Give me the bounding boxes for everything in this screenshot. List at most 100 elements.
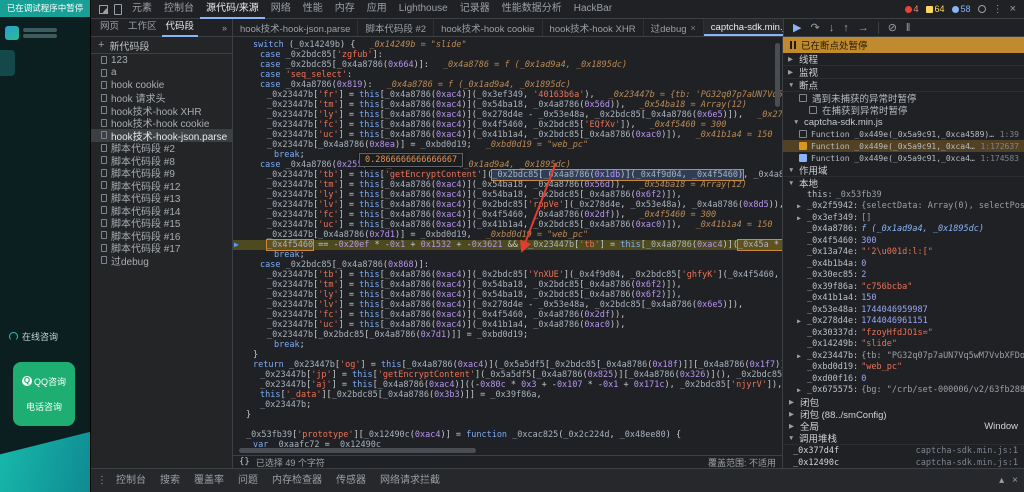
snippet-item[interactable]: 过debug: [91, 254, 232, 267]
warning-count-badge[interactable]: 64: [926, 4, 945, 14]
tab-源代码/来源[interactable]: 源代码/来源: [200, 0, 265, 19]
code-line: _0x23447b['tb'] = this['getEncryptConten…: [233, 170, 782, 180]
tab-性能数据分析[interactable]: 性能数据分析: [496, 0, 568, 19]
scope-variable-row[interactable]: _0x53e48a:1744046959987: [783, 304, 1024, 316]
checkbox[interactable]: [809, 106, 817, 114]
tab-Lighthouse[interactable]: Lighthouse: [393, 0, 454, 19]
drawer-tab-网络请求拦截[interactable]: 网络请求拦截: [373, 469, 447, 492]
snippet-item[interactable]: a: [91, 67, 232, 80]
step-into-icon[interactable]: ↓: [829, 19, 835, 37]
file-tab[interactable]: hook技术-hook XHR: [543, 19, 644, 36]
online-consult-button[interactable]: 在线咨询: [9, 330, 58, 343]
callstack-frame[interactable]: _0x12490ccaptcha-sdk.min.js:1: [783, 457, 1024, 468]
scope-variable-row[interactable]: _0x14249b:"slide": [783, 339, 1024, 351]
devtools-menu-icon[interactable]: ⋮: [993, 4, 1003, 15]
scope-variable-row[interactable]: this:_0x53fb39: [783, 189, 1024, 201]
scope-variable-row[interactable]: _0x41b1a4:150: [783, 293, 1024, 305]
scope-variable-row[interactable]: _0x4f5460:300: [783, 235, 1024, 247]
scope-variable-row[interactable]: _0x4b1b4a:0: [783, 258, 1024, 270]
settings-gear-icon[interactable]: [978, 5, 986, 13]
navigator-tab-代码段[interactable]: 代码段: [162, 19, 199, 37]
section-watch[interactable]: ▶监视: [783, 66, 1024, 79]
section-callstack[interactable]: ▼调用堆栈: [783, 432, 1024, 445]
frame-location: captcha-sdk.min.js:1: [916, 458, 1018, 468]
qq-consult-button[interactable]: QQQ咨询: [22, 375, 66, 388]
horizontal-scrollbar[interactable]: [239, 448, 476, 453]
pretty-print-icon[interactable]: {}: [239, 457, 250, 467]
navigator-tab-工作区[interactable]: 工作区: [124, 19, 161, 37]
scope-variable-row[interactable]: ▶_0x23447b:{tb: "PG32q07p7aUN7Vq5wM7VvbX…: [783, 350, 1024, 362]
scope-variable-row[interactable]: ▶_0x3ef349:[]: [783, 212, 1024, 224]
scope-variable-row[interactable]: ▶_0x675575:{bg: "/crb/set-000006/v2/63fb…: [783, 385, 1024, 397]
navigator-tab-网页[interactable]: 网页: [96, 19, 123, 37]
tab-记录器[interactable]: 记录器: [454, 0, 496, 19]
section-threads[interactable]: ▶线程: [783, 53, 1024, 66]
breakpoint-checkbox[interactable]: [799, 142, 807, 150]
section-scope[interactable]: ▼作用域: [783, 164, 1024, 177]
tab-内存[interactable]: 内存: [329, 0, 361, 19]
breakpoint-checkbox[interactable]: [799, 154, 807, 162]
new-snippet-button[interactable]: + 新代码段: [91, 37, 232, 54]
breakpoint-entry[interactable]: Function _0x449e(_0x5a9c91,_0xca4589){u……: [783, 140, 1024, 152]
tab-HackBar[interactable]: HackBar: [568, 0, 618, 19]
drawer-tab-覆盖率[interactable]: 覆盖率: [187, 469, 231, 492]
file-tab[interactable]: hook技术-hook-json.parse: [233, 19, 358, 36]
tab-控制台[interactable]: 控制台: [158, 0, 200, 19]
phone-consult-button[interactable]: 电话咨询: [26, 400, 62, 413]
deactivate-breakpoints-icon[interactable]: ⊘: [888, 19, 897, 37]
checkbox[interactable]: [799, 94, 807, 102]
devtools-close-icon[interactable]: ×: [1010, 3, 1016, 15]
step-icon[interactable]: →: [858, 19, 869, 37]
vertical-scrollbar[interactable]: [775, 43, 780, 107]
file-tab-label: hook技术-hook XHR: [550, 21, 636, 35]
drawer-close-icon[interactable]: ×: [1012, 475, 1018, 486]
breakpoint-entry[interactable]: Function _0x449e(_0x5a9c91,_0xca4589){va…: [783, 128, 1024, 140]
resume-icon[interactable]: ▶: [793, 19, 801, 37]
breakpoint-checkbox[interactable]: [799, 130, 807, 138]
scope-variable-row[interactable]: _0x13a74e:"'2\u001d:l:[": [783, 247, 1024, 259]
inspect-element-icon[interactable]: [99, 5, 108, 14]
tab-close-icon[interactable]: ×: [691, 23, 696, 33]
step-out-icon[interactable]: ↑: [843, 19, 849, 37]
file-tab[interactable]: 过debug×: [644, 19, 704, 36]
scope-variable-row[interactable]: _0xd00f16:0: [783, 373, 1024, 385]
drawer-tab-内存检查器[interactable]: 内存检查器: [265, 469, 329, 492]
scope-variable-row[interactable]: _0x4a8786:f (_0x1ad9a4, _0x1895dc): [783, 224, 1024, 236]
tab-性能[interactable]: 性能: [297, 0, 329, 19]
navigator-tab-overflow-icon[interactable]: »: [222, 23, 227, 33]
drawer-expand-icon[interactable]: ▴: [999, 475, 1004, 486]
breakpoint-file-group[interactable]: ▼captcha-sdk.min.js: [783, 116, 1024, 128]
scope-variable-row[interactable]: _0x30337d:"fzoyHfdJO1s=": [783, 327, 1024, 339]
tab-网络[interactable]: 网络: [265, 0, 297, 19]
scope-closure-row[interactable]: ▶闭包 (88../smConfig): [783, 408, 1024, 420]
step-over-icon[interactable]: ↷: [810, 19, 819, 37]
file-tab[interactable]: hook技术-hook cookie: [434, 19, 542, 36]
scope-local-group[interactable]: ▼本地: [783, 177, 1024, 189]
drawer-tab-问题[interactable]: 问题: [231, 469, 265, 492]
snippet-item[interactable]: 123: [91, 54, 232, 67]
callstack-frame[interactable]: _0x377d4fcaptcha-sdk.min.js:1: [783, 445, 1024, 457]
page-edge-tab[interactable]: [0, 50, 15, 76]
issues-count-badge[interactable]: 58: [952, 4, 971, 14]
drawer-tab-控制台[interactable]: 控制台: [109, 469, 153, 492]
tab-应用[interactable]: 应用: [361, 0, 393, 19]
file-tab[interactable]: 脚本代码段 #2: [358, 19, 434, 36]
error-count-badge[interactable]: 4: [905, 4, 919, 14]
breakpoint-location: 1:172637: [980, 142, 1019, 151]
code-editor[interactable]: switch (_0x14249b) {_0x14249b = "slide"c…: [233, 37, 783, 468]
tab-元素[interactable]: 元素: [126, 0, 158, 19]
scope-variable-row[interactable]: _0x39f86a:"c756bcba": [783, 281, 1024, 293]
pause-on-exceptions-icon[interactable]: ‖: [906, 19, 911, 37]
variable-name: _0x39f86a:: [807, 282, 858, 292]
pause-on-exception-row[interactable]: 在捕获到异常时暂停: [783, 104, 1024, 116]
editor-tabbar: hook技术-hook-json.parse脚本代码段 #2hook技术-hoo…: [233, 19, 783, 36]
scope-variable-row[interactable]: _0x30ec85:2: [783, 270, 1024, 282]
drawer-tab-传感器[interactable]: 传感器: [329, 469, 373, 492]
drawer-menu-icon[interactable]: ⋮: [97, 475, 107, 486]
file-tab[interactable]: captcha-sdk.min.js×: [704, 19, 783, 36]
device-toolbar-icon[interactable]: [114, 4, 122, 15]
scope-variable-row[interactable]: ▶_0x278d4e:1744046961151: [783, 316, 1024, 328]
scope-variable-row[interactable]: ▶_0x2f5942:{selectData: Array(0), select…: [783, 201, 1024, 213]
drawer-tab-搜索[interactable]: 搜索: [153, 469, 187, 492]
scope-variable-row[interactable]: _0xbd0d19:"web_pc": [783, 362, 1024, 374]
